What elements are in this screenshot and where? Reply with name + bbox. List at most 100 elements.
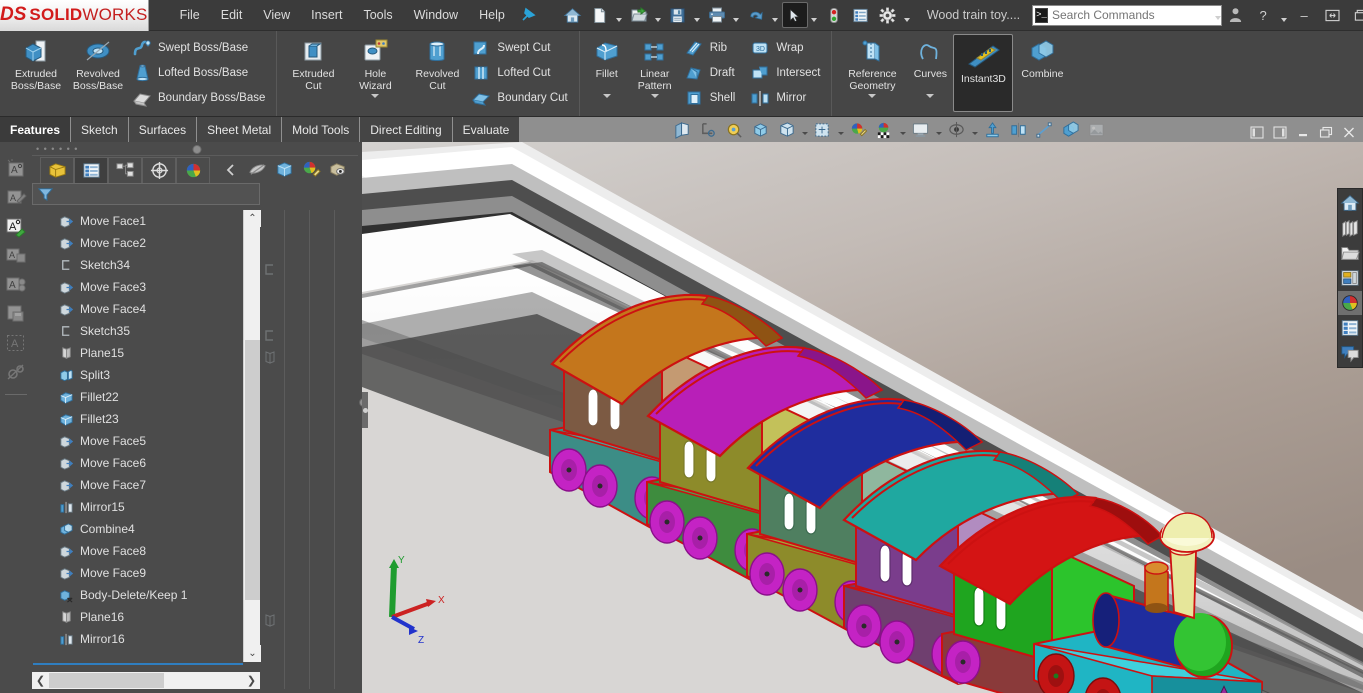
hide-show-dropdown[interactable]: [836, 118, 845, 141]
combine-button[interactable]: Combine: [1013, 34, 1071, 81]
options-dropdown[interactable]: [902, 2, 913, 28]
feature-manager-tab[interactable]: [40, 156, 74, 183]
train-model-3d[interactable]: Y X Z: [362, 142, 1363, 693]
tree-node[interactable]: Move Face4: [32, 298, 260, 320]
fillet-dropdown[interactable]: [602, 93, 611, 98]
custom-properties-icon[interactable]: [1338, 316, 1362, 340]
filter-hide-icon[interactable]: [245, 158, 270, 182]
boundary-cut-button[interactable]: Boundary Cut: [468, 86, 573, 110]
curves-dropdown[interactable]: [926, 93, 935, 98]
tree-node[interactable]: Move Face5: [32, 430, 260, 452]
tab-mold-tools[interactable]: Mold Tools: [282, 117, 361, 142]
linear-pattern-dropdown[interactable]: [650, 94, 659, 98]
tree-node[interactable]: Mirror16: [32, 628, 260, 650]
appearances-scenes-decals-icon[interactable]: [1338, 291, 1362, 315]
apply-scene-icon[interactable]: [872, 118, 897, 141]
document-restore-button[interactable]: [1316, 122, 1336, 142]
menu-window[interactable]: Window: [405, 3, 467, 27]
appearance-ball-icon[interactable]: [299, 158, 324, 182]
tree-node[interactable]: Move Face2: [32, 232, 260, 254]
scroll-down-button[interactable]: ⌄: [244, 645, 261, 662]
tree-node[interactable]: Sketch35: [32, 320, 260, 342]
menu-help[interactable]: Help: [470, 3, 514, 27]
extruded-boss-base-button[interactable]: Extruded Boss/Base: [5, 34, 67, 92]
section-view-icon[interactable]: [670, 118, 695, 141]
display-manager-tab[interactable]: [176, 156, 210, 183]
annotation-save-icon[interactable]: [3, 301, 29, 327]
draft-button[interactable]: Draft: [681, 61, 742, 85]
extruded-cut-button[interactable]: Extruded Cut: [282, 34, 344, 92]
design-library-icon[interactable]: [1338, 216, 1362, 240]
tab-direct-editing[interactable]: Direct Editing: [360, 117, 453, 142]
save-icon[interactable]: [665, 2, 691, 28]
hole-wizard-dropdown[interactable]: [371, 94, 380, 98]
menu-tools[interactable]: Tools: [354, 3, 401, 27]
rib-button[interactable]: Rib: [681, 36, 742, 60]
lofted-cut-button[interactable]: Lofted Cut: [468, 61, 573, 85]
annotation-edit-icon[interactable]: A: [3, 185, 29, 211]
multi-body-icon[interactable]: [1058, 118, 1083, 141]
solid-body-icon[interactable]: [272, 158, 297, 182]
dimxpert-manager-tab[interactable]: [142, 156, 176, 183]
next-window-button[interactable]: [1270, 122, 1290, 142]
tree-node[interactable]: Fillet23: [32, 408, 260, 430]
tree-node[interactable]: Body-Delete/Keep 1: [32, 584, 260, 606]
vertical-scroll-thumb[interactable]: [245, 340, 260, 600]
rollback-bar[interactable]: [33, 663, 243, 665]
image-icon[interactable]: [1084, 118, 1109, 141]
annotation-multi-icon[interactable]: A: [3, 243, 29, 269]
tree-node[interactable]: Move Face3: [32, 276, 260, 298]
view-settings-icon[interactable]: [908, 118, 933, 141]
restore-button[interactable]: [1319, 3, 1345, 27]
gear-icon[interactable]: [875, 2, 901, 28]
scroll-right-button[interactable]: ❯: [243, 672, 260, 689]
view-palette-icon[interactable]: [1338, 266, 1362, 290]
tab-evaluate[interactable]: Evaluate: [452, 117, 521, 142]
hide-show-eye-icon[interactable]: [944, 118, 969, 141]
mirror-button[interactable]: Mirror: [747, 86, 826, 110]
graphics-viewport[interactable]: Y X Z: [362, 142, 1363, 693]
document-close-button[interactable]: [1339, 122, 1359, 142]
annotation-note-icon[interactable]: A: [3, 156, 29, 182]
curves-button[interactable]: Curves: [907, 34, 953, 98]
search-dropdown[interactable]: [1215, 6, 1221, 24]
undo-dropdown[interactable]: [770, 2, 781, 28]
fillet-button[interactable]: Fillet: [585, 34, 629, 98]
rebuild-icon[interactable]: [821, 2, 847, 28]
solidworks-forum-icon[interactable]: [1338, 341, 1362, 365]
boundary-boss-base-button[interactable]: Boundary Boss/Base: [129, 86, 271, 110]
pin-icon[interactable]: [520, 2, 536, 28]
wrap-button[interactable]: 3D Wrap: [747, 36, 826, 60]
sketch-line-icon[interactable]: [1032, 118, 1057, 141]
collapse-chevron-icon[interactable]: [218, 158, 243, 182]
panel-drag-bar[interactable]: • • • • • •: [32, 142, 362, 156]
annotation-insert-icon[interactable]: A: [3, 214, 29, 240]
tree-node[interactable]: Move Face1: [32, 210, 260, 232]
question-mark-icon[interactable]: ?: [1250, 3, 1276, 27]
zoom-to-fit-icon[interactable]: [722, 118, 747, 141]
save-dropdown[interactable]: [692, 2, 703, 28]
revolved-cut-button[interactable]: Revolved Cut: [406, 34, 468, 92]
tree-node[interactable]: Plane15: [32, 342, 260, 364]
tree-node[interactable]: Plane16: [32, 606, 260, 628]
edit-appearance-icon[interactable]: [846, 118, 871, 141]
print-icon[interactable]: [704, 2, 730, 28]
tree-node[interactable]: Fillet22: [32, 386, 260, 408]
viewport-collapse-handle[interactable]: [362, 392, 368, 428]
horizontal-scroll-thumb[interactable]: [49, 673, 164, 688]
open-document-dropdown[interactable]: [653, 2, 664, 28]
annotation-balloon-icon[interactable]: A: [3, 272, 29, 298]
scroll-up-button[interactable]: ⌃: [244, 210, 261, 227]
feature-tree-horizontal-scrollbar[interactable]: ❮ ❯: [32, 672, 260, 689]
configuration-manager-tab[interactable]: [108, 156, 142, 183]
new-document-dropdown[interactable]: [614, 2, 625, 28]
property-manager-tab[interactable]: [74, 156, 108, 183]
tab-sketch[interactable]: Sketch: [71, 117, 129, 142]
swept-cut-button[interactable]: Swept Cut: [468, 36, 573, 60]
display-style-icon[interactable]: [774, 118, 799, 141]
intersect-button[interactable]: Intersect: [747, 61, 826, 85]
user-icon[interactable]: [1222, 3, 1248, 27]
reference-geometry-button[interactable]: Reference Geometry: [837, 34, 907, 98]
feature-filter-box[interactable]: [32, 183, 260, 205]
hole-wizard-button[interactable]: Hole Wizard: [344, 34, 406, 98]
